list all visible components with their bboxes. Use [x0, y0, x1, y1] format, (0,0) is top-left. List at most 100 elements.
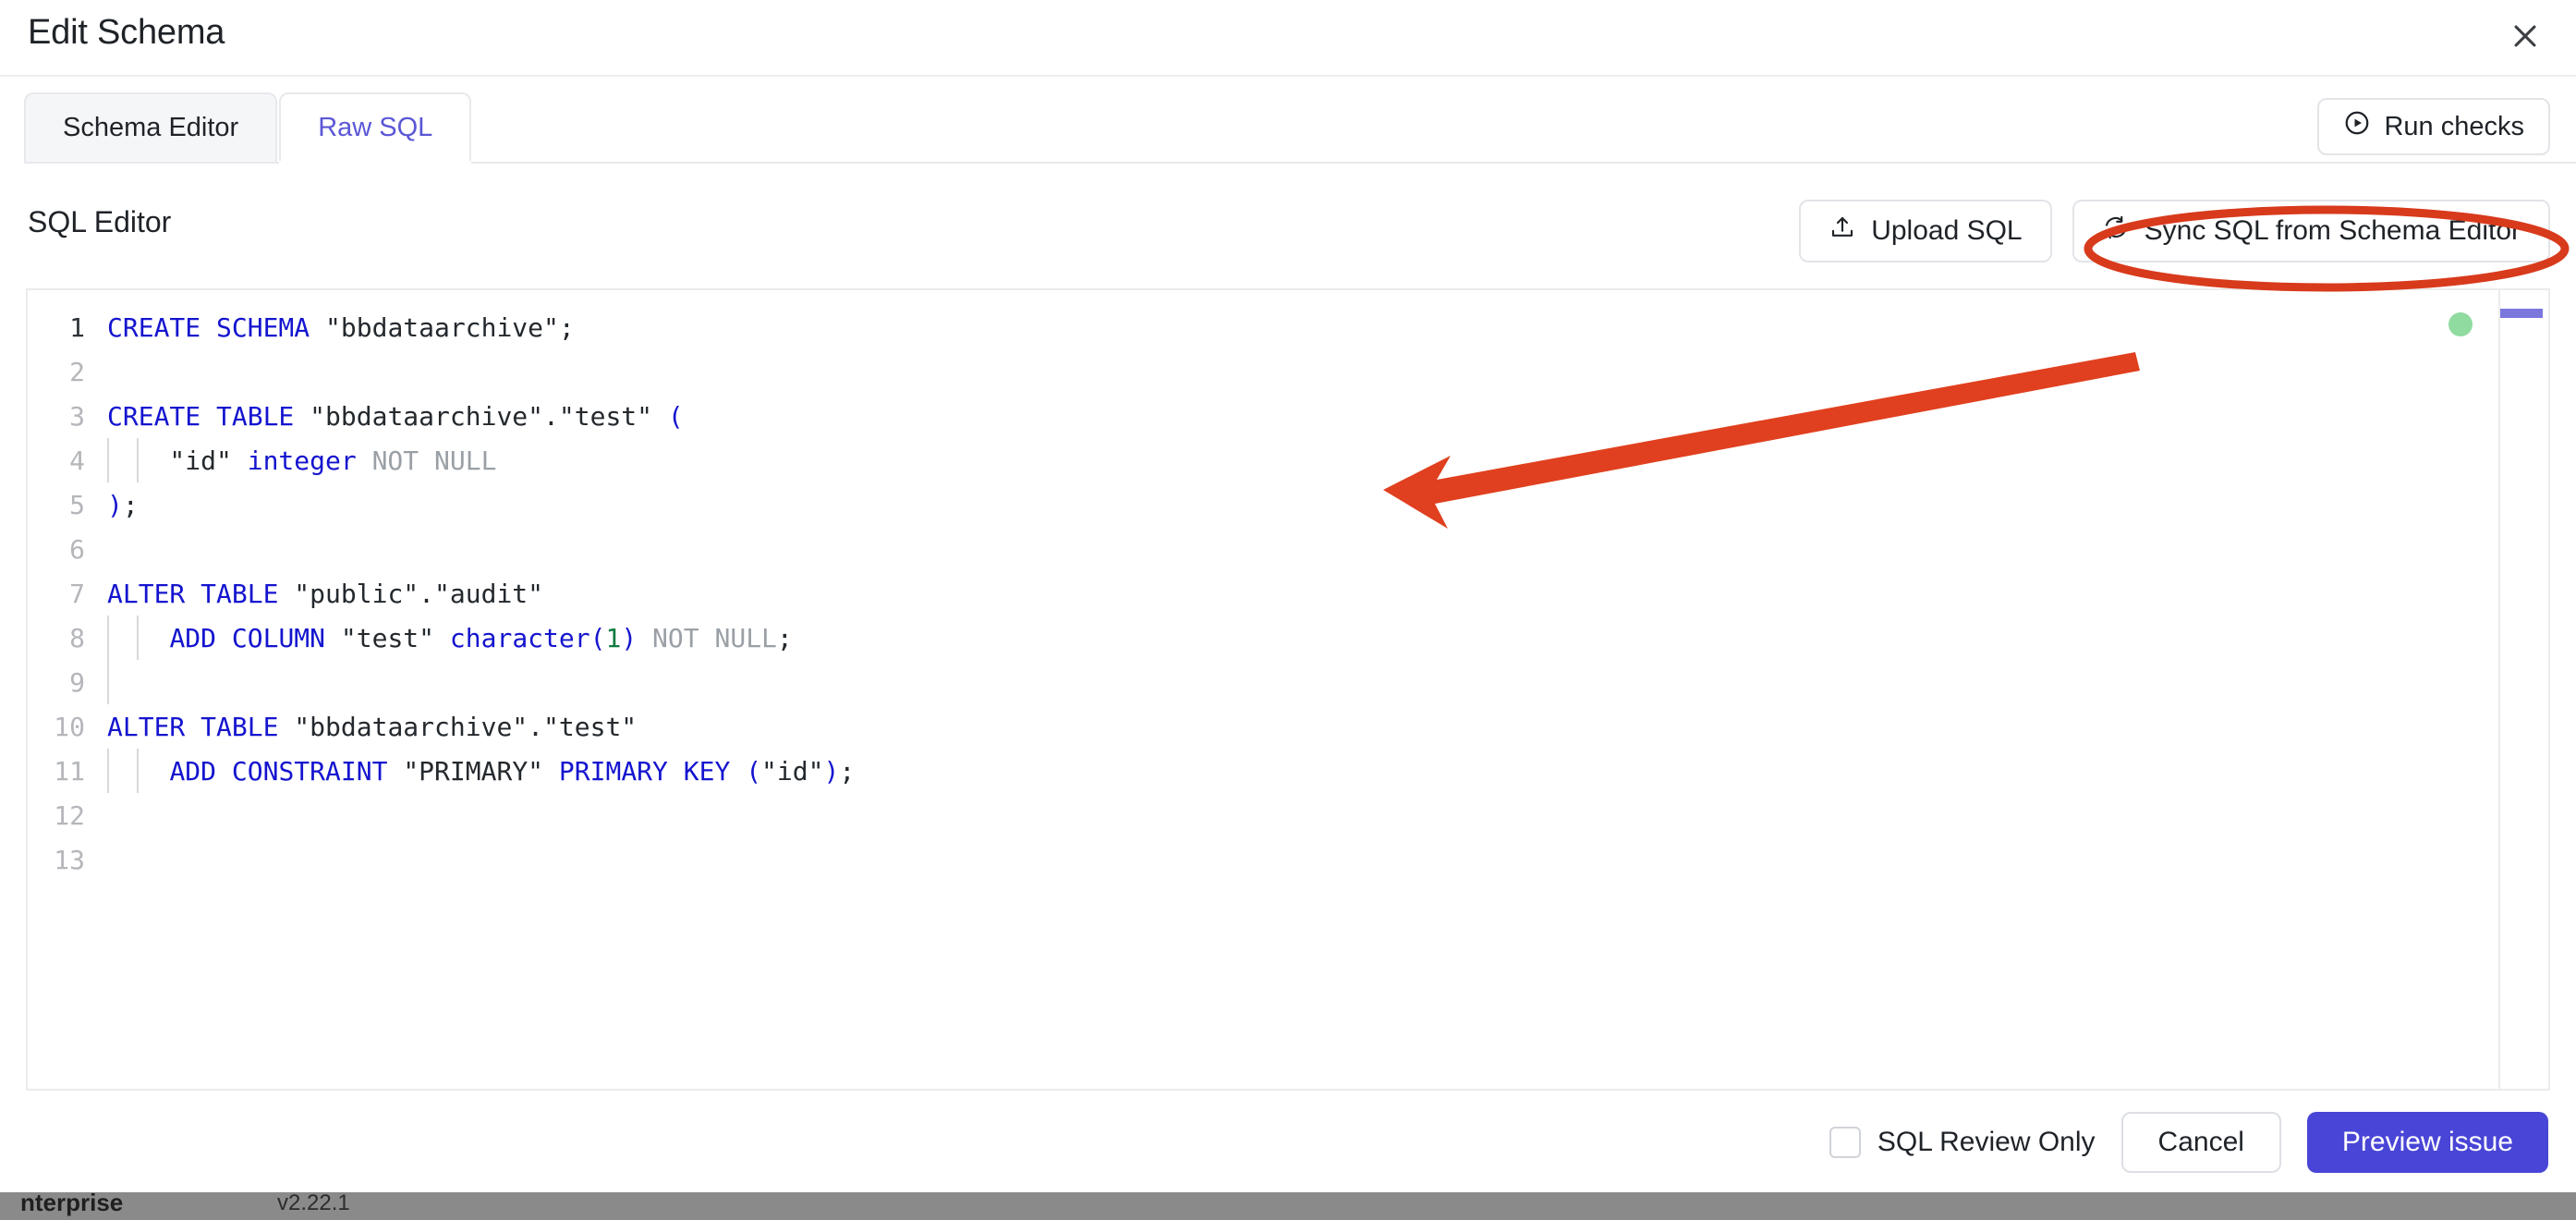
sql-review-only-label: SQL Review Only: [1877, 1127, 2096, 1157]
line-number: 2: [69, 356, 85, 387]
code-token: ADD CONSTRAINT: [169, 755, 404, 787]
code-line[interactable]: 3 CREATE TABLE "bbdataarchive"."test" (: [28, 394, 2497, 438]
preview-issue-button[interactable]: Preview issue: [2306, 1112, 2548, 1173]
code-line[interactable]: 8 ADD COLUMN "test" character(1) NOT NUL…: [28, 616, 2497, 660]
code-token: "test": [340, 622, 450, 653]
code-token: 1: [605, 622, 622, 653]
upload-icon: [1829, 214, 1856, 249]
code-line[interactable]: 12: [28, 793, 2497, 837]
sql-editor-label: SQL Editor: [28, 205, 172, 238]
line-number: 12: [54, 799, 85, 831]
code-token: ALTER TABLE: [107, 711, 295, 742]
line-number: 11: [54, 755, 85, 787]
code-line[interactable]: 4 "id" integer NOT NULL: [28, 438, 2497, 482]
cancel-button[interactable]: Cancel: [2120, 1112, 2281, 1173]
code-token: (: [589, 622, 606, 653]
code-line-text: ALTER TABLE "public"."audit": [107, 579, 2497, 609]
sql-editor-actions: Upload SQL Sync SQL from Schema Editor: [1799, 200, 2550, 262]
line-number: 7: [69, 578, 85, 609]
line-number: 9: [69, 666, 85, 698]
line-number: 5: [69, 489, 85, 520]
code-token: CREATE TABLE: [107, 400, 310, 432]
code-lines-container[interactable]: 1 CREATE SCHEMA "bbdataarchive"; 2 3 CREATE …: [28, 290, 2497, 1089]
edit-schema-modal: Edit Schema Schema Editor Raw SQL Run ch…: [0, 0, 2576, 1192]
code-token: ): [823, 755, 840, 787]
code-token: ;: [776, 622, 793, 653]
code-line-text: );: [107, 490, 2497, 520]
close-icon[interactable]: [2497, 7, 2554, 65]
code-token: ;: [839, 755, 856, 787]
sync-sql-from-schema-editor-button[interactable]: Sync SQL from Schema Editor: [2072, 200, 2550, 262]
code-line[interactable]: 11 ADD CONSTRAINT "PRIMARY" PRIMARY KEY …: [28, 749, 2497, 793]
background-page-strip: nterprise v2.22.1: [0, 1192, 2576, 1220]
run-checks-label: Run checks: [2384, 111, 2524, 141]
code-token: "id": [107, 445, 248, 476]
checkbox-box[interactable]: [1829, 1127, 1861, 1158]
upload-sql-label: Upload SQL: [1871, 215, 2023, 246]
play-circle-icon: [2343, 109, 2371, 144]
code-line-text: ADD CONSTRAINT "PRIMARY" PRIMARY KEY ("i…: [107, 756, 2497, 787]
code-token: NOT NULL: [652, 622, 777, 653]
code-token: "bbdataarchive"."test": [294, 711, 638, 742]
sync-sql-label: Sync SQL from Schema Editor: [2144, 215, 2521, 246]
tab-bar: Schema Editor Raw SQL Run checks: [0, 78, 2576, 179]
code-line[interactable]: 2: [28, 349, 2497, 394]
code-token: "PRIMARY": [403, 755, 559, 787]
line-number: 13: [54, 844, 85, 875]
line-number: 3: [69, 400, 85, 432]
editor-status-dot: [2448, 312, 2473, 336]
code-line[interactable]: 5);: [28, 482, 2497, 527]
line-number: 1: [69, 311, 85, 343]
tab-raw-sql-label: Raw SQL: [318, 113, 433, 142]
modal-footer: SQL Review Only Cancel Preview issue: [0, 1092, 2576, 1192]
sql-editor-toolbar: SQL Editor Upload SQL Sync SQL from Sche…: [0, 185, 2576, 287]
code-line[interactable]: 13: [28, 837, 2497, 882]
code-token: "public"."audit": [294, 578, 544, 609]
code-token: (: [667, 400, 684, 432]
tab-list: Schema Editor Raw SQL: [24, 92, 472, 165]
code-token: NOT NULL: [371, 445, 497, 476]
sql-code-editor[interactable]: 1 CREATE SCHEMA "bbdataarchive"; 2 3 CREATE …: [26, 288, 2550, 1091]
code-line[interactable]: 6: [28, 527, 2497, 571]
indent-guide: [107, 660, 109, 704]
code-token: "bbdataarchive": [325, 311, 559, 343]
screenshot-root: nterprise v2.22.1 Edit Schema Schema Edi…: [0, 0, 2576, 1220]
code-token: PRIMARY KEY: [558, 755, 747, 787]
sync-icon: [2102, 214, 2130, 249]
code-token: ALTER TABLE: [107, 578, 295, 609]
preview-issue-label: Preview issue: [2341, 1127, 2513, 1157]
tab-raw-sql[interactable]: Raw SQL: [279, 92, 472, 165]
code-token: ;: [122, 489, 139, 520]
code-line-text: ALTER TABLE "bbdataarchive"."test": [107, 712, 2497, 742]
code-token: character: [449, 622, 590, 653]
sql-review-only-checkbox[interactable]: SQL Review Only: [1829, 1127, 2096, 1158]
code-line[interactable]: 9: [28, 660, 2497, 704]
run-checks-button[interactable]: Run checks: [2317, 98, 2550, 155]
tab-schema-editor-label: Schema Editor: [63, 113, 239, 142]
code-token: "id": [761, 755, 824, 787]
code-line-text: ADD COLUMN "test" character(1) NOT NULL;: [107, 623, 2497, 653]
cancel-label: Cancel: [2157, 1127, 2244, 1157]
line-number: 6: [69, 533, 85, 565]
background-app-name: nterprise: [20, 1192, 124, 1216]
code-line-text: CREATE SCHEMA "bbdataarchive";: [107, 312, 2497, 343]
code-token: ): [621, 622, 653, 653]
code-token: CREATE SCHEMA: [107, 311, 326, 343]
code-line[interactable]: 10 ALTER TABLE "bbdataarchive"."test": [28, 704, 2497, 749]
code-line[interactable]: 1 CREATE SCHEMA "bbdataarchive";: [28, 305, 2497, 349]
code-token: (: [746, 755, 762, 787]
upload-sql-button[interactable]: Upload SQL: [1799, 200, 2052, 262]
code-token: ADD COLUMN: [169, 622, 341, 653]
code-line[interactable]: 7 ALTER TABLE "public"."audit": [28, 571, 2497, 616]
background-version: v2.22.1: [277, 1192, 350, 1215]
modal-header: Edit Schema: [0, 0, 2576, 77]
minimap-marker: [2500, 309, 2543, 318]
tab-schema-editor[interactable]: Schema Editor: [24, 92, 278, 162]
page-title: Edit Schema: [28, 13, 225, 52]
line-number: 10: [54, 711, 85, 742]
line-number: 8: [69, 622, 85, 653]
editor-minimap-scrollbar[interactable]: [2498, 290, 2548, 1089]
code-line-text: "id" integer NOT NULL: [107, 445, 2497, 476]
